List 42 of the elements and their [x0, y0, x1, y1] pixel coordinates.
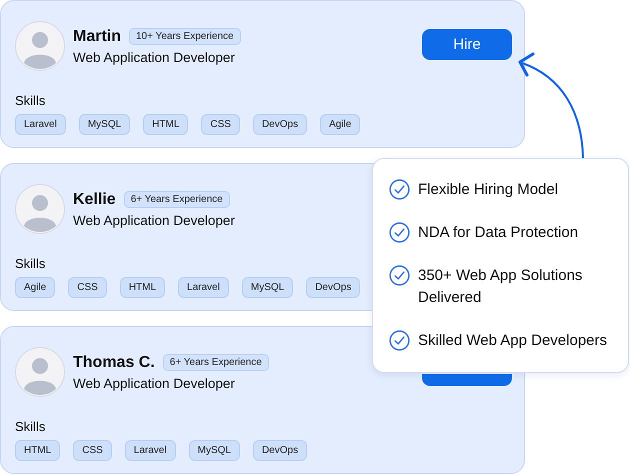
benefit-text: Flexible Hiring Model — [418, 180, 558, 200]
benefit-text: 350+ Web App Solutions Delivered — [418, 266, 584, 308]
avatar — [15, 21, 65, 71]
experience-badge: 6+ Years Experience — [124, 191, 230, 208]
experience-badge: 10+ Years Experience — [129, 28, 241, 45]
job-title: Web Application Developer — [73, 376, 236, 390]
developer-name: Martin — [73, 28, 121, 46]
check-circle-icon — [389, 179, 410, 200]
benefit-text: NDA for Data Protection — [418, 223, 578, 243]
skill-tag: HTML — [143, 114, 188, 135]
skill-tag: MySQL — [242, 277, 294, 298]
skill-tag: HTML — [15, 440, 60, 461]
skills-label: Skills — [15, 419, 46, 434]
developer-name: Thomas C. — [73, 354, 155, 372]
skill-tag: CSS — [201, 114, 240, 135]
avatar — [15, 347, 65, 397]
avatar — [15, 184, 65, 234]
check-circle-icon — [389, 265, 410, 286]
skill-tag: DevOps — [252, 114, 308, 135]
benefit-text: Skilled Web App Developers — [418, 331, 607, 351]
skills-label: Skills — [15, 256, 46, 271]
skill-tag: Laravel — [124, 440, 176, 461]
skill-tag: MySQL — [188, 440, 240, 461]
skill-tag: Laravel — [15, 114, 66, 135]
skill-tag: HTML — [120, 277, 166, 298]
check-circle-icon — [389, 330, 410, 351]
developer-name: Kellie — [73, 190, 116, 208]
check-circle-icon — [389, 222, 410, 243]
skills-label: Skills — [15, 93, 46, 108]
skill-tag: CSS — [68, 277, 107, 298]
skill-tag: CSS — [73, 440, 112, 461]
skill-tag: MySQL — [78, 114, 130, 135]
skill-tag: DevOps — [252, 440, 308, 461]
skill-tag: Agile — [15, 277, 56, 298]
skill-tag: Laravel — [178, 277, 229, 298]
hire-button[interactable] — [422, 374, 512, 386]
skill-tag: DevOps — [306, 277, 360, 298]
hire-button[interactable]: Hire — [422, 29, 512, 60]
experience-badge: 6+ Years Experience — [162, 354, 269, 371]
job-title: Web Application Developer — [73, 212, 236, 228]
skill-tag: Agile — [320, 114, 360, 135]
job-title: Web Application Developer — [73, 50, 236, 64]
